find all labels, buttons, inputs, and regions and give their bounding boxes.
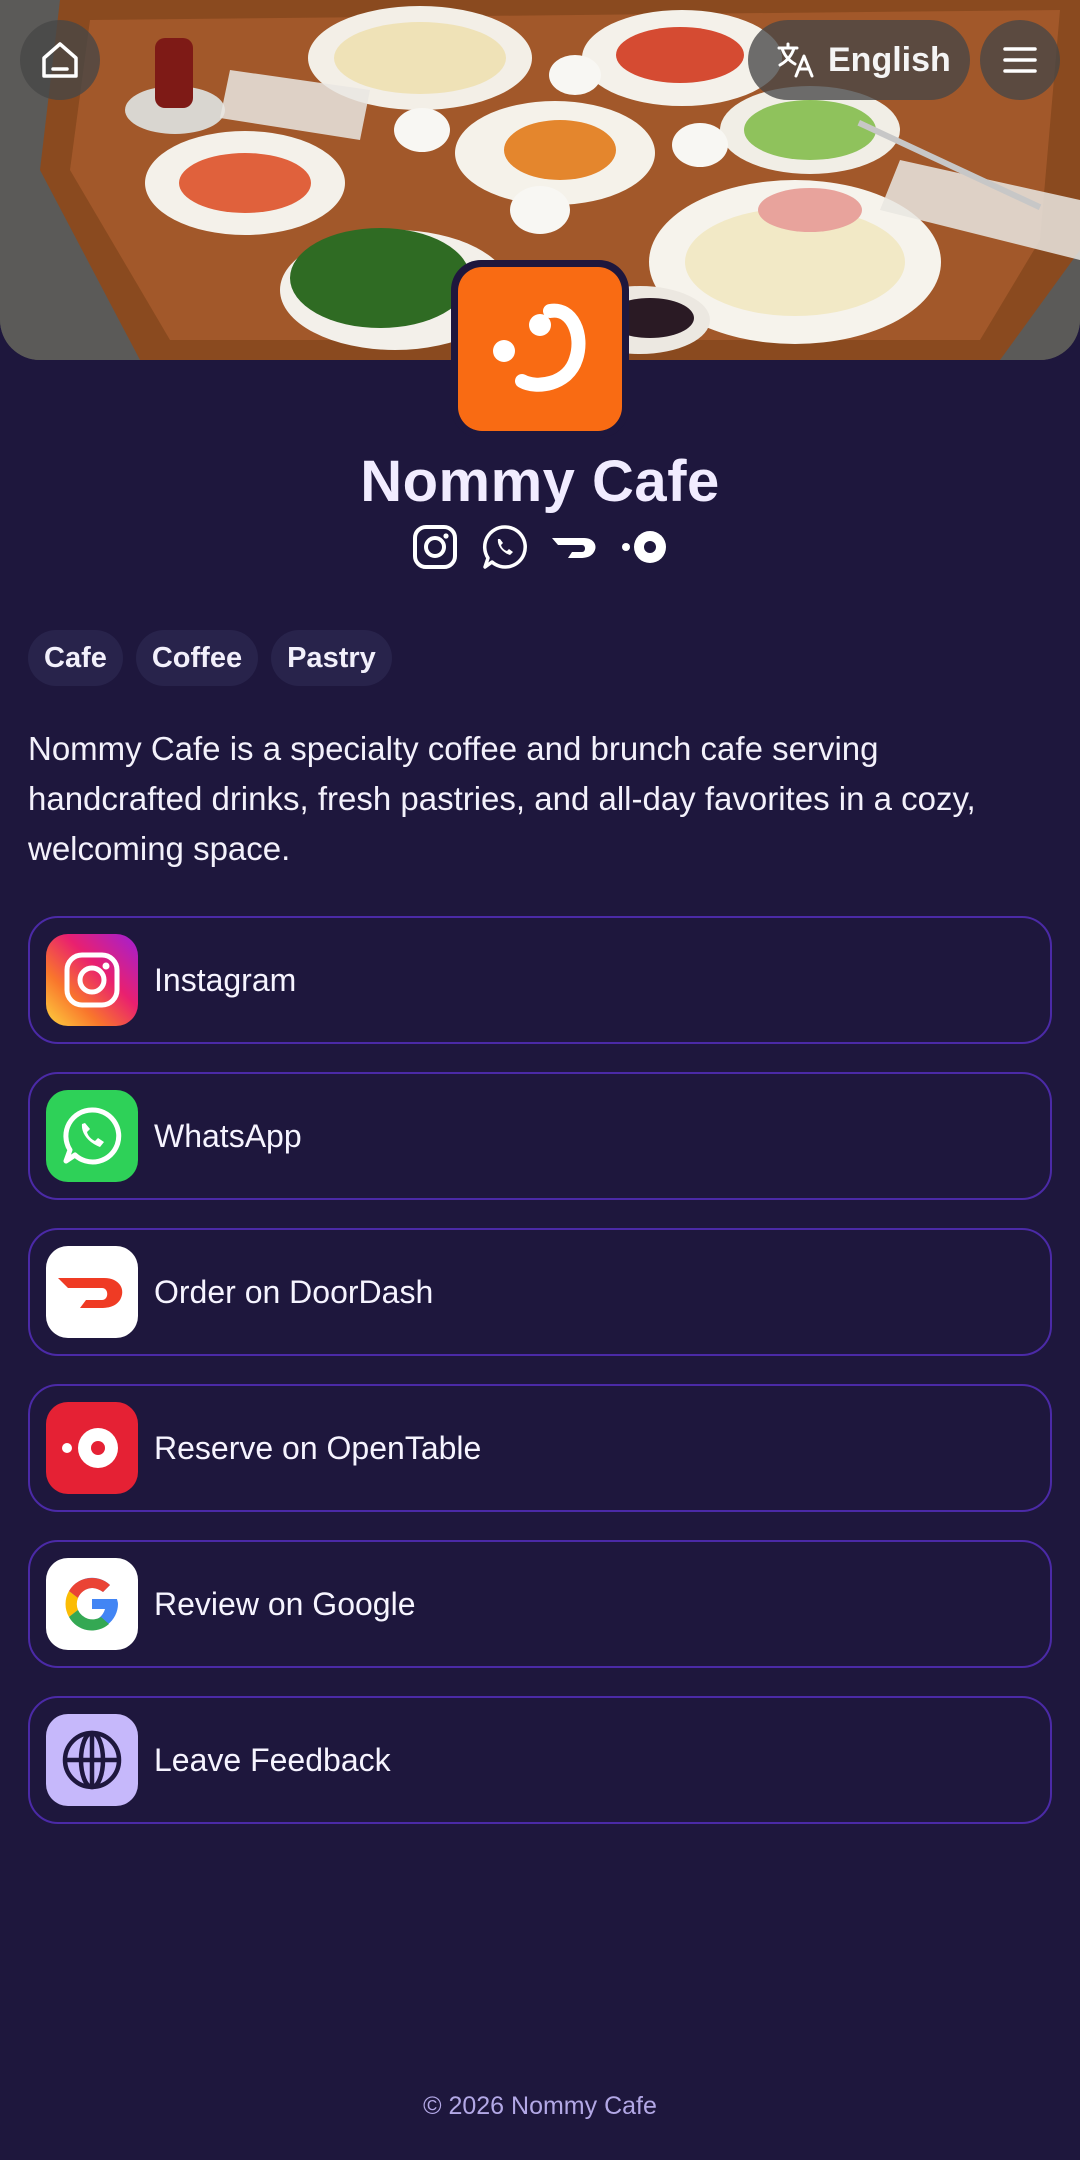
link-label: Review on Google: [154, 1585, 416, 1622]
opentable-icon: [62, 1428, 118, 1468]
google-badge: [46, 1558, 138, 1650]
footer-copyright: © 2026 Nommy Cafe: [423, 2092, 657, 2120]
home-button[interactable]: [20, 20, 100, 100]
cafe-description: Nommy Cafe is a specialty coffee and bru…: [28, 730, 976, 867]
instagram-badge: [46, 934, 138, 1026]
cafe-name: Nommy Cafe: [360, 449, 720, 514]
whatsapp-icon: [482, 525, 527, 569]
language-label: English: [828, 40, 951, 79]
google-icon: [65, 1577, 118, 1631]
doordash-badge: [46, 1246, 138, 1338]
social-instagram-link[interactable]: [410, 522, 460, 572]
feedback-badge: [46, 1714, 138, 1806]
home-icon: [42, 42, 78, 78]
link-label: Leave Feedback: [154, 1741, 391, 1778]
opentable-icon: [622, 531, 666, 563]
doordash-icon: [552, 538, 596, 558]
instagram-icon: [413, 525, 457, 569]
tag-pastry: Pastry: [271, 630, 392, 686]
link-label: WhatsApp: [154, 1117, 302, 1154]
translate-icon: [777, 42, 814, 78]
menu-button[interactable]: [980, 20, 1060, 100]
whatsapp-badge: [46, 1090, 138, 1182]
link-label: Order on DoorDash: [154, 1273, 434, 1310]
cafe-logo: [458, 267, 622, 431]
logo-frame: [451, 260, 629, 438]
smile-logo-icon: [493, 303, 586, 392]
tag-coffee: Coffee: [135, 630, 259, 686]
social-doordash-link[interactable]: [550, 522, 600, 572]
opentable-badge: [46, 1402, 138, 1494]
opentable-link-button[interactable]: Reserve on OpenTable: [28, 1384, 1052, 1512]
instagram-link-button[interactable]: Instagram: [28, 916, 1052, 1044]
doordash-link-button[interactable]: Order on DoorDash: [28, 1228, 1052, 1356]
link-label: Reserve on OpenTable: [154, 1429, 482, 1466]
social-whatsapp-link[interactable]: [480, 522, 530, 572]
link-label: Instagram: [154, 961, 297, 998]
social-opentable-link[interactable]: [620, 522, 670, 572]
category-tags: Cafe Coffee Pastry: [28, 630, 392, 686]
feedback-link-button[interactable]: Leave Feedback: [28, 1696, 1052, 1824]
menu-icon: [1003, 47, 1037, 73]
link-list: Instagram WhatsApp Order on DoorDash Res…: [28, 916, 1052, 1852]
google-review-link-button[interactable]: Review on Google: [28, 1540, 1052, 1668]
tag-cafe: Cafe: [28, 630, 123, 686]
language-selector[interactable]: English: [748, 20, 970, 100]
social-icons-row: [0, 522, 1080, 572]
doordash-icon: [58, 1278, 123, 1308]
whatsapp-icon: [63, 1107, 122, 1165]
globe-icon: [62, 1730, 122, 1790]
whatsapp-link-button[interactable]: WhatsApp: [28, 1072, 1052, 1200]
instagram-icon: [64, 952, 120, 1008]
